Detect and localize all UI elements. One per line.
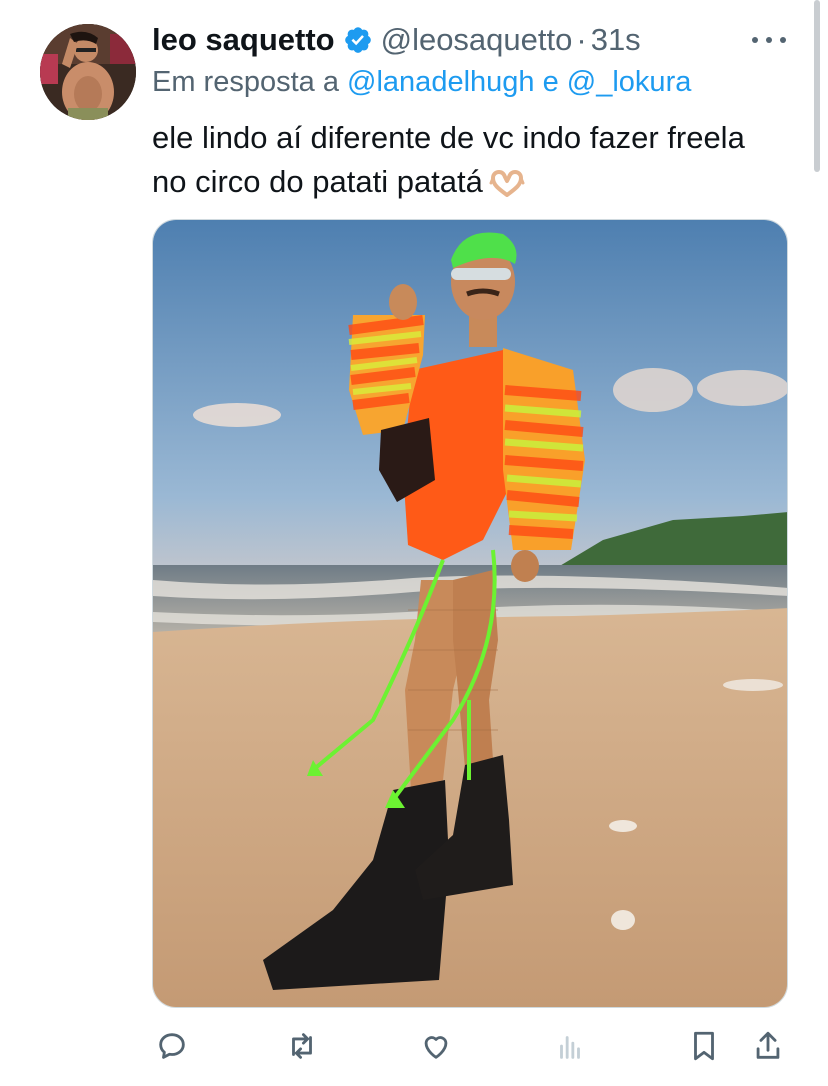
tweet-text-line: no circo do patati patatá bbox=[152, 164, 483, 199]
tweet[interactable]: leo saquetto @leosaquetto · 31s Em respo… bbox=[0, 0, 828, 1086]
handle[interactable]: @leosaquetto bbox=[381, 22, 573, 58]
reply-icon[interactable] bbox=[152, 1024, 192, 1068]
like-icon[interactable] bbox=[416, 1024, 456, 1068]
reply-conjunction: e bbox=[542, 66, 559, 98]
avatar-image bbox=[40, 24, 136, 120]
reply-context: Em resposta a @lanadelhugh e @_lokura bbox=[152, 66, 691, 99]
heart-hands-emoji-icon bbox=[489, 165, 525, 209]
verified-badge-icon[interactable] bbox=[343, 25, 373, 55]
share-icon[interactable] bbox=[748, 1024, 788, 1068]
timestamp[interactable]: 31s bbox=[591, 22, 641, 58]
avatar[interactable] bbox=[40, 24, 136, 120]
more-options-icon[interactable] bbox=[752, 28, 786, 52]
tweet-text: ele lindo aí diferente de vc indo fazer … bbox=[152, 116, 792, 209]
tweet-media-image[interactable] bbox=[152, 219, 788, 1008]
tweet-text-line: ele lindo aí diferente de vc indo fazer … bbox=[152, 120, 745, 155]
scrollbar[interactable] bbox=[814, 0, 820, 172]
mention-link[interactable]: @_lokura bbox=[567, 66, 692, 98]
separator-dot: · bbox=[576, 22, 587, 57]
tweet-header: leo saquetto @leosaquetto · 31s bbox=[152, 20, 641, 60]
retweet-icon[interactable] bbox=[282, 1024, 322, 1068]
display-name[interactable]: leo saquetto bbox=[152, 22, 335, 58]
views-icon[interactable] bbox=[550, 1024, 590, 1068]
tweet-actions bbox=[152, 1024, 788, 1068]
bookmark-icon[interactable] bbox=[684, 1024, 724, 1068]
reply-prefix: Em resposta a bbox=[152, 66, 339, 98]
mention-link[interactable]: @lanadelhugh bbox=[347, 66, 534, 98]
